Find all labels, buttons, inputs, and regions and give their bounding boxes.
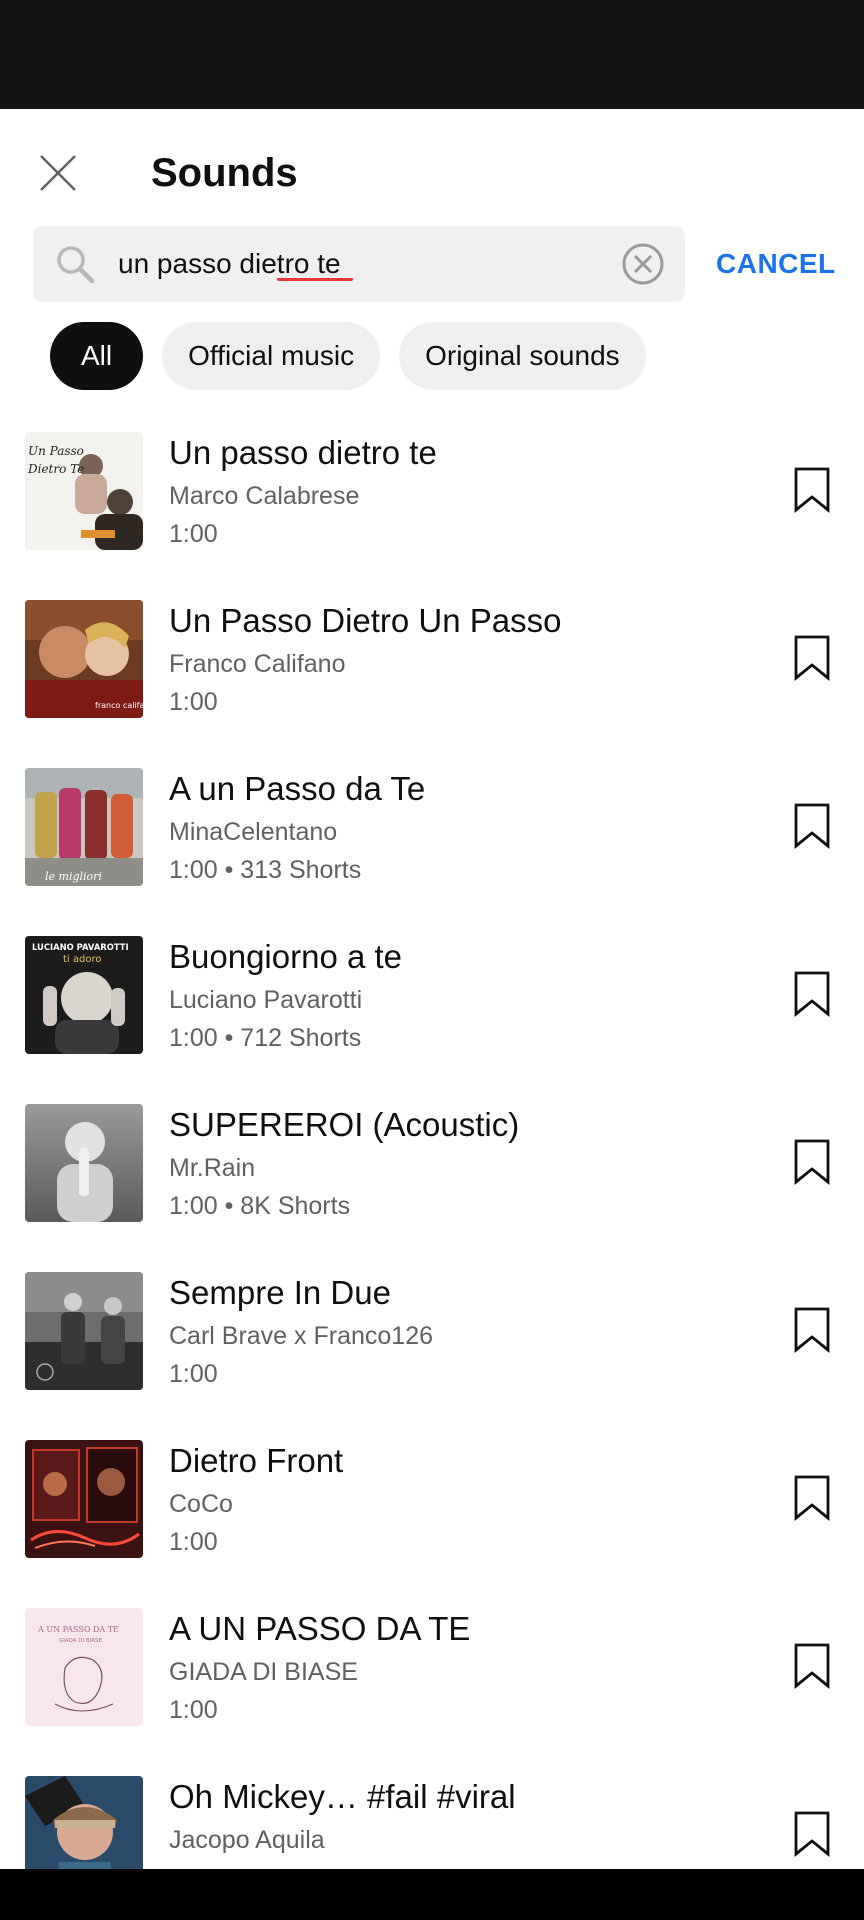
artwork-artist: GIADA DI BIASE: [59, 1638, 103, 1644]
search-box[interactable]: [33, 226, 685, 302]
track-artist: MinaCelentano: [169, 818, 338, 846]
track-title: Un passo dietro te: [169, 434, 437, 471]
album-art: [25, 1104, 143, 1222]
spellcheck-underline: [277, 277, 353, 281]
list-item[interactable]: SUPEREROI (Acoustic) Mr.Rain 1:00 • 8K S…: [0, 1072, 864, 1240]
bookmark-icon[interactable]: [790, 634, 834, 682]
close-button[interactable]: [28, 143, 88, 203]
artwork-caption: le migliori: [45, 870, 102, 883]
track-artist: CoCo: [169, 1490, 233, 1518]
album-art: A UN PASSO DA TE GIADA DI BIASE: [25, 1608, 143, 1726]
bookmark-icon[interactable]: [790, 1810, 834, 1858]
artwork-title-line2: Dietro Te: [27, 462, 84, 476]
cancel-button[interactable]: CANCEL: [716, 226, 836, 302]
track-artist: Luciano Pavarotti: [169, 986, 363, 1014]
artwork-title: ti adoro: [63, 954, 101, 965]
list-item[interactable]: Sempre In Due Carl Brave x Franco126 1:0…: [0, 1240, 864, 1408]
track-title: A un Passo da Te: [169, 770, 426, 807]
track-title: Sempre In Due: [169, 1274, 391, 1311]
artwork-title-line1: Un Passo: [28, 444, 84, 458]
album-art: le migliori: [25, 768, 143, 886]
track-artist: GIADA DI BIASE: [169, 1658, 358, 1686]
album-art: franco califano: [25, 600, 143, 718]
track-title: Buongiorno a te: [169, 938, 403, 975]
filter-chips: All Official music Original sounds: [50, 322, 646, 390]
artwork-title: A UN PASSO DA TE: [37, 1625, 119, 1634]
track-meta: 1:00 • 313 Shorts: [169, 856, 362, 884]
track-title: A UN PASSO DA TE: [169, 1610, 471, 1647]
chip-all[interactable]: All: [50, 322, 144, 390]
list-item[interactable]: Oh Mickey… #fail #viral Jacopo Aquila: [0, 1744, 864, 1869]
close-icon: [40, 155, 76, 191]
track-meta: 1:00: [169, 1528, 218, 1556]
track-meta: 1:00: [169, 520, 218, 548]
track-artist: Jacopo Aquila: [169, 1826, 325, 1854]
track-meta: 1:00 • 712 Shorts: [169, 1024, 362, 1052]
album-art: [25, 1440, 143, 1558]
bookmark-icon[interactable]: [790, 1642, 834, 1690]
search-input[interactable]: [118, 226, 598, 302]
bookmark-icon[interactable]: [790, 1138, 834, 1186]
album-art: [25, 1776, 143, 1869]
track-title: Dietro Front: [169, 1442, 344, 1479]
artwork-caption: franco califano: [95, 701, 143, 710]
track-title: Oh Mickey… #fail #viral: [169, 1778, 516, 1815]
sound-list: Un Passo Dietro Te Un passo dietro te Ma…: [0, 400, 864, 1869]
track-title: SUPEREROI (Acoustic): [169, 1106, 520, 1143]
bookmark-icon[interactable]: [790, 802, 834, 850]
chip-official-music[interactable]: Official music: [162, 322, 381, 390]
track-meta: 1:00: [169, 688, 218, 716]
list-item[interactable]: A UN PASSO DA TE GIADA DI BIASE A UN PAS…: [0, 1576, 864, 1744]
search-row: CANCEL: [0, 226, 864, 302]
album-art: LUCIANO PAVAROTTI ti adoro: [25, 936, 143, 1054]
list-item[interactable]: franco califano Un Passo Dietro Un Passo…: [0, 568, 864, 736]
track-artist: Marco Calabrese: [169, 482, 360, 510]
track-artist: Mr.Rain: [169, 1154, 256, 1182]
search-icon: [57, 246, 95, 284]
album-art: Un Passo Dietro Te: [25, 432, 143, 550]
navigation-bar: [0, 1869, 864, 1920]
clear-circle-icon[interactable]: [619, 240, 667, 288]
track-artist: Carl Brave x Franco126: [169, 1322, 434, 1350]
page-title: Sounds: [151, 151, 298, 195]
track-meta: 1:00: [169, 1696, 218, 1724]
list-item[interactable]: Un Passo Dietro Te Un passo dietro te Ma…: [0, 400, 864, 568]
chip-original-sounds[interactable]: Original sounds: [399, 322, 646, 390]
track-title: Un Passo Dietro Un Passo: [169, 602, 562, 639]
bookmark-icon[interactable]: [790, 970, 834, 1018]
artwork-artist: LUCIANO PAVAROTTI: [32, 942, 129, 952]
bookmark-icon[interactable]: [790, 466, 834, 514]
album-art: [25, 1272, 143, 1390]
sounds-header: Sounds: [0, 109, 864, 227]
list-item[interactable]: le migliori A un Passo da Te MinaCelenta…: [0, 736, 864, 904]
list-item[interactable]: LUCIANO PAVAROTTI ti adoro Buongiorno a …: [0, 904, 864, 1072]
list-item[interactable]: Dietro Front CoCo 1:00: [0, 1408, 864, 1576]
track-artist: Franco Califano: [169, 650, 346, 678]
track-meta: 1:00: [169, 1360, 218, 1388]
track-meta: 1:00 • 8K Shorts: [169, 1192, 351, 1220]
bookmark-icon[interactable]: [790, 1474, 834, 1522]
bookmark-icon[interactable]: [790, 1306, 834, 1354]
status-bar: [0, 0, 864, 109]
